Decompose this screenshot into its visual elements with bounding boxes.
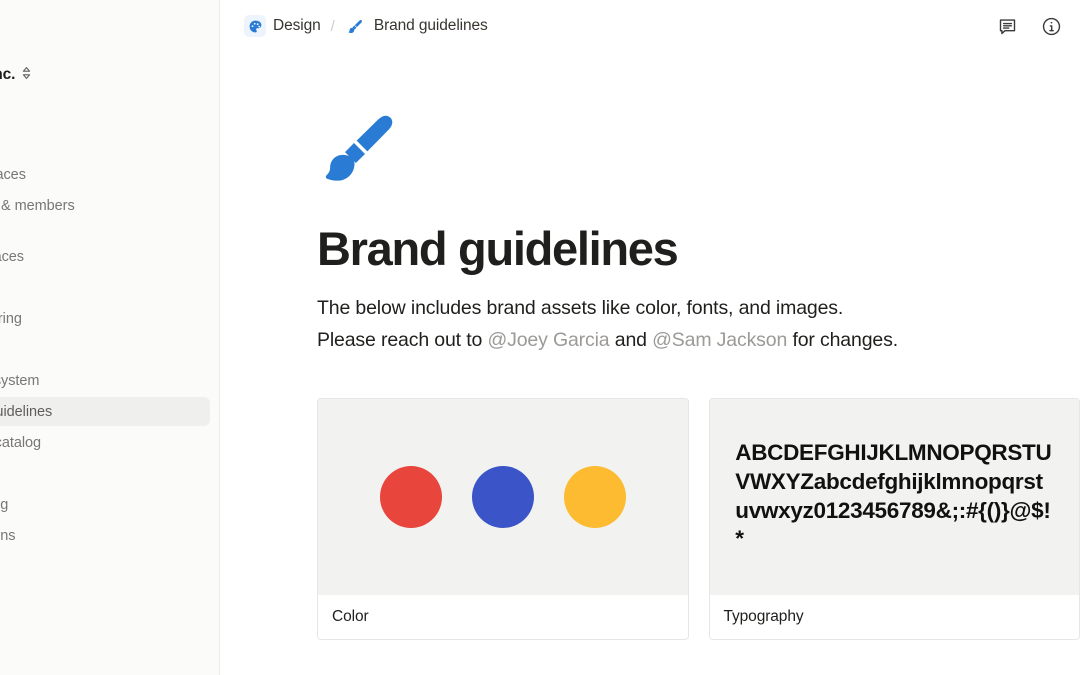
workspace-switcher[interactable]: Acme Inc.: [0, 58, 219, 92]
yellow-swatch: [563, 465, 626, 528]
sidebar-item-label: Brand guidelines: [0, 403, 53, 420]
blue-swatch: [471, 465, 534, 528]
sidebar-item-brand-guidelines[interactable]: Brand guidelines: [0, 397, 210, 426]
sidebar-item-label: Operations: [0, 527, 16, 544]
palette-icon: [244, 15, 266, 37]
topbar: Design / Brand guidelines: [220, 0, 1080, 52]
page-body: Brand guidelines The below includes bran…: [220, 108, 1080, 640]
comment-icon[interactable]: [994, 13, 1020, 39]
topbar-actions: [994, 13, 1064, 39]
sidebar-item-vendor-catalog[interactable]: Vendor catalog: [0, 428, 210, 457]
page-title: Brand guidelines: [317, 222, 679, 275]
sidebar-item-product[interactable]: Product: [0, 459, 210, 488]
type-specimen: ABCDEFGHIJKLMNOPQRSTUVWXYZabcdefghijklmn…: [735, 440, 1052, 552]
sidebar-secondary-nav: Workspaces General Engineering Design De…: [0, 242, 219, 550]
sidebar-primary-nav: Search Updates Teamspaces Settings & mem…: [0, 98, 219, 220]
sidebar-item-label: Workspaces: [0, 248, 25, 265]
desc-suffix: for changes.: [787, 328, 898, 351]
workspace-name: Acme Inc.: [0, 66, 16, 83]
sidebar-item-engineering[interactable]: Engineering: [0, 304, 210, 333]
page-description: The below includes brand assets like col…: [317, 293, 1080, 356]
color-card-label: Color: [318, 594, 688, 639]
page-description-line1: The below includes brand assets like col…: [317, 297, 844, 320]
sidebar-item-design[interactable]: Design: [0, 335, 210, 364]
sidebar-content: Acme Inc. Search Updates Teamspaces: [0, 0, 219, 552]
app-window: Acme Inc. Search Updates Teamspaces: [0, 0, 1080, 675]
color-card-preview: [318, 398, 688, 595]
sidebar-item-label: Settings & members: [0, 197, 75, 214]
sidebar: Acme Inc. Search Updates Teamspaces: [0, 0, 220, 675]
chevron-up-down-icon: [21, 66, 32, 85]
desc-prefix: Please reach out to: [317, 328, 488, 351]
sidebar-item-general[interactable]: General: [0, 273, 210, 302]
sidebar-item-settings-members[interactable]: Settings & members: [0, 191, 210, 220]
sidebar-item-search[interactable]: Search: [0, 98, 210, 127]
info-icon[interactable]: [1038, 13, 1064, 39]
asset-cards: Color ABCDEFGHIJKLMNOPQRSTUVWXYZabcdefgh…: [317, 397, 1080, 640]
mention-joey-garcia[interactable]: @Joey Garcia: [487, 329, 609, 351]
breadcrumb: Design / Brand guidelines: [238, 12, 494, 40]
sidebar-item-operations[interactable]: Operations: [0, 521, 210, 550]
breadcrumb-item-design[interactable]: Design: [238, 12, 327, 40]
breadcrumb-separator: /: [330, 17, 335, 35]
main-content: Design / Brand guidelines Brand guidelin…: [220, 0, 1080, 675]
sidebar-item-teamspaces[interactable]: Teamspaces: [0, 160, 210, 189]
color-swatches: [379, 465, 626, 528]
sidebar-item-marketing[interactable]: Marketing: [0, 490, 210, 519]
sidebar-item-design-system[interactable]: Design system: [0, 366, 210, 395]
page-hero-paintbrush-icon[interactable]: [317, 108, 403, 188]
desc-mid: and: [609, 328, 653, 351]
breadcrumb-item-brand-guidelines[interactable]: Brand guidelines: [339, 12, 494, 40]
sidebar-item-workspaces[interactable]: Workspaces: [0, 242, 210, 271]
sidebar-item-label: Teamspaces: [0, 166, 26, 183]
page-description-line2: Please reach out to @Joey Garcia and @Sa…: [317, 325, 1080, 357]
typography-card-label: Typography: [709, 594, 1079, 639]
color-card[interactable]: Color: [317, 397, 689, 640]
breadcrumb-label: Design: [273, 17, 321, 34]
sidebar-item-label: Design system: [0, 372, 40, 389]
breadcrumb-label: Brand guidelines: [373, 17, 488, 34]
sidebar-item-label: Vendor catalog: [0, 434, 42, 451]
red-swatch: [379, 465, 442, 528]
typography-card-preview: ABCDEFGHIJKLMNOPQRSTUVWXYZabcdefghijklmn…: [709, 398, 1079, 595]
typography-card[interactable]: ABCDEFGHIJKLMNOPQRSTUVWXYZabcdefghijklmn…: [708, 397, 1080, 640]
sidebar-item-updates[interactable]: Updates: [0, 129, 210, 158]
paintbrush-icon: [345, 15, 367, 37]
sidebar-item-label: Engineering: [0, 310, 22, 327]
sidebar-item-label: Marketing: [0, 496, 9, 513]
mention-sam-jackson[interactable]: @Sam Jackson: [652, 329, 787, 351]
